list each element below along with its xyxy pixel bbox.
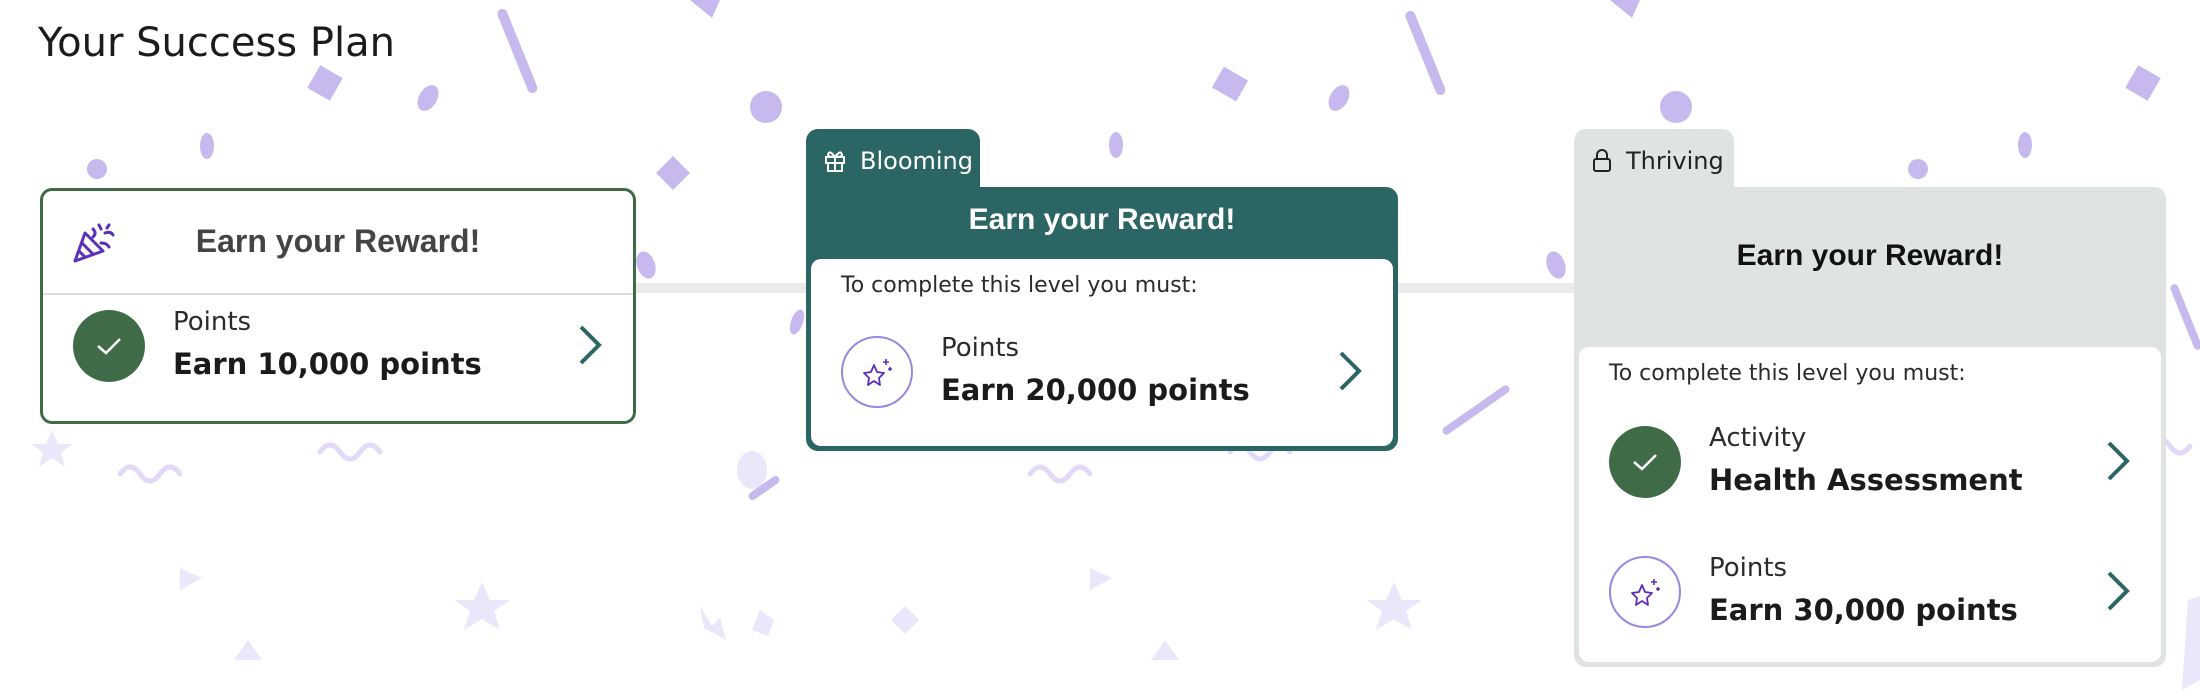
chevron-right-icon[interactable] xyxy=(1335,349,1365,393)
pending-badge xyxy=(841,336,913,408)
requirement-row-points[interactable]: Points Earn 30,000 points xyxy=(1579,541,2161,641)
requirement-label: Activity xyxy=(1709,423,1807,453)
check-icon xyxy=(97,338,121,355)
level-body: To complete this level you must: Points … xyxy=(811,259,1393,446)
chevron-right-icon[interactable] xyxy=(2103,439,2133,483)
requirement-value: Health Assessment xyxy=(1709,463,2023,497)
tab-thriving: Thriving xyxy=(1574,129,1734,193)
requirement-label: Points xyxy=(1709,553,1788,583)
level-intro: To complete this level you must: xyxy=(841,273,1198,298)
sparkles-star-icon xyxy=(1631,579,1660,606)
sparkles-star-icon xyxy=(863,359,892,386)
party-popper-icon xyxy=(73,223,115,263)
level-body: To complete this level you must: Activit… xyxy=(1579,347,2161,662)
requirement-row-activity[interactable]: Activity Health Assessment xyxy=(1579,411,2161,511)
page-title: Your Success Plan xyxy=(38,20,395,66)
lock-icon xyxy=(1593,149,1611,172)
requirement-value: Earn 20,000 points xyxy=(941,373,1250,407)
level-intro: To complete this level you must: xyxy=(1609,361,1966,386)
check-icon xyxy=(1633,454,1657,471)
level-heading: Earn your Reward! xyxy=(1736,239,2004,272)
chevron-right-icon[interactable] xyxy=(575,323,605,367)
chevron-right-icon[interactable] xyxy=(2103,569,2133,613)
requirement-value: Earn 30,000 points xyxy=(1709,593,2018,627)
requirement-label: Points xyxy=(173,307,252,337)
completed-badge xyxy=(73,310,145,382)
requirement-label: Points xyxy=(941,333,1020,363)
level-card-1: Earn your Reward! Points Earn 10,000 poi… xyxy=(40,188,636,424)
requirement-row-points[interactable]: Points Earn 20,000 points xyxy=(811,321,1393,421)
level-card-3: Earn your Reward! To complete this level… xyxy=(1574,187,2166,667)
pending-badge xyxy=(1609,556,1681,628)
completed-badge xyxy=(1609,426,1681,498)
requirement-row-points[interactable]: Points Earn 10,000 points xyxy=(43,295,633,395)
level-heading: Earn your Reward! xyxy=(195,223,481,259)
tab-label: Thriving xyxy=(1626,147,1724,175)
gift-icon xyxy=(825,151,845,172)
requirement-value: Earn 10,000 points xyxy=(173,347,482,381)
level-card-2: Earn your Reward! To complete this level… xyxy=(806,187,1398,451)
tab-blooming: Blooming xyxy=(806,129,980,193)
level-heading: Earn your Reward! xyxy=(968,203,1236,236)
tab-label: Blooming xyxy=(860,147,973,175)
level-card-header: Earn your Reward! xyxy=(43,191,633,295)
